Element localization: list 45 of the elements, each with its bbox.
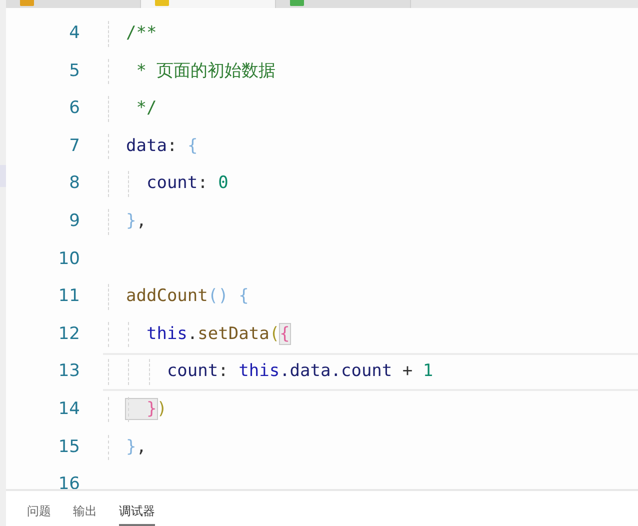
code-token: { — [187, 136, 198, 156]
code-token: */ — [135, 98, 157, 118]
line-number: 9 — [68, 210, 80, 234]
line-number: 15 — [57, 436, 80, 459]
panel-tab[interactable]: 问题 — [27, 502, 51, 526]
code-token: .data.count — [280, 361, 392, 382]
code-token: () { — [208, 286, 249, 306]
code-token: 1 — [422, 361, 434, 382]
code-token: . — [187, 324, 198, 344]
code-token: , — [136, 436, 146, 457]
code-token: this — [238, 361, 280, 382]
code-token: : — [166, 136, 178, 156]
panel-tab[interactable]: 输出 — [73, 502, 97, 526]
line-number: 13 — [57, 360, 80, 384]
line-number: 8 — [68, 172, 80, 196]
line-number: 6 — [68, 97, 80, 120]
line-number: 4 — [68, 22, 80, 46]
code-token: 0 — [218, 173, 228, 194]
code-token: + — [401, 361, 414, 382]
code-token: } — [126, 436, 136, 457]
code-token: , — [136, 211, 146, 232]
line-number: 7 — [68, 134, 80, 158]
line-number: 10 — [57, 248, 80, 271]
line-number: 12 — [57, 322, 80, 346]
matched-bracket: { — [280, 324, 290, 344]
code-token: * 页面的初始数据 — [135, 60, 276, 81]
code-token: count — [166, 361, 218, 382]
code-token: /** — [126, 23, 157, 44]
line-number: 14 — [57, 398, 80, 421]
line-number: 16 — [57, 473, 80, 489]
line-number: 11 — [57, 285, 80, 308]
code-token: addCount — [126, 286, 208, 306]
code-token: data — [126, 136, 167, 156]
selection-highlight — [0, 165, 6, 187]
code-token: this — [145, 324, 188, 344]
code-token: count — [145, 173, 198, 194]
panel-tab[interactable]: 调试器 — [119, 502, 155, 526]
code-token: : — [198, 173, 209, 194]
code-token: ( — [269, 324, 280, 344]
code-token: ) — [156, 398, 167, 419]
code-token: : — [218, 361, 230, 382]
matched-bracket: } — [126, 398, 157, 419]
line-number: 5 — [68, 60, 80, 83]
code-token: setData — [198, 324, 270, 344]
code-token: } — [126, 211, 136, 232]
